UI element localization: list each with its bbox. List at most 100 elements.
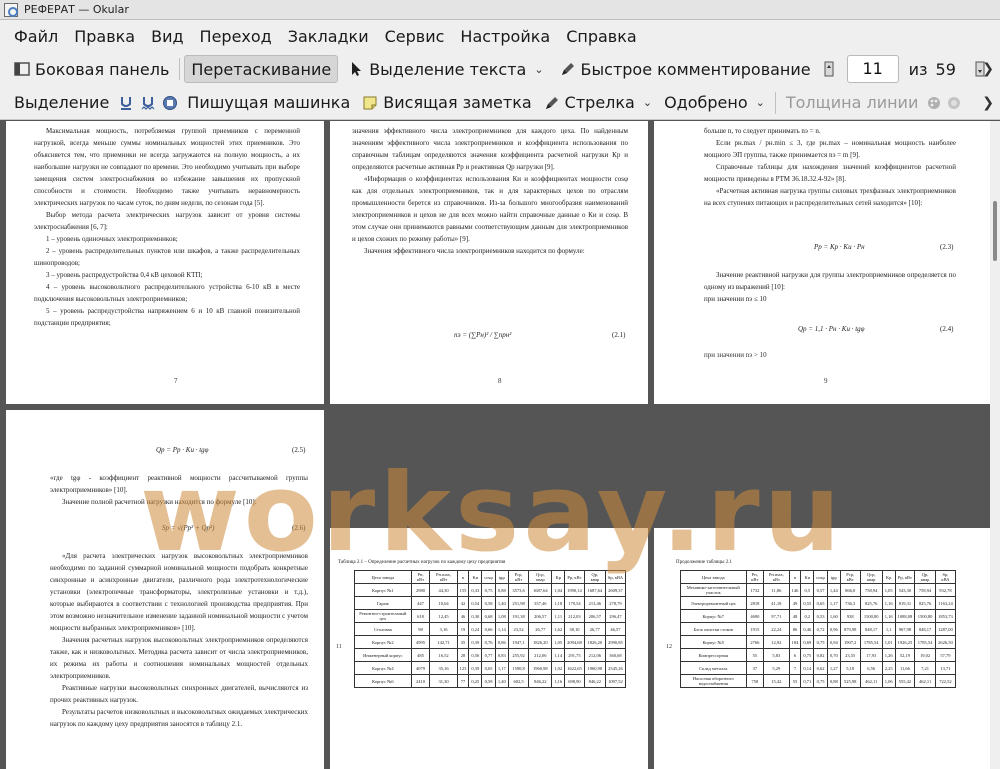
table-cell: Блок очистки стоков (680, 622, 747, 636)
scrollbar-thumb[interactable] (993, 201, 997, 261)
table-cell: 155 (456, 583, 470, 597)
fill-color-button[interactable] (944, 89, 964, 117)
sidebar-toggle-button[interactable]: Боковая панель (8, 55, 175, 83)
table-cell: Электроремонтный цех (680, 596, 747, 610)
table-row: Корпус №4 4079 35,16 123 0,39 0,65 1,17 1590,8 1… (354, 661, 627, 675)
menu-bookmarks[interactable]: Закладки (280, 23, 377, 50)
table-cell: 16,52 (429, 648, 458, 662)
line-width-button[interactable]: Толщина линии (780, 89, 925, 117)
menu-view[interactable]: Вид (143, 23, 191, 50)
paragraph: 2 – уровень распределительных пунктов ил… (34, 247, 300, 267)
table-cell: 1,02 (551, 661, 566, 675)
page-text: Значение реактивной нагрузки для группы … (704, 269, 956, 305)
table-cell: 1,16 (881, 596, 896, 610)
arrow-tool-button[interactable]: Стрелка ⌄ (538, 89, 658, 117)
page-number-input[interactable]: 11 (846, 55, 899, 83)
table-cell: 35 (456, 635, 470, 649)
table-cell: 57,79 (934, 648, 957, 662)
table-cell: 543,30 (894, 583, 916, 597)
document-page-11: 11 Таблица 2.1 – Определение расчетных н… (330, 528, 648, 769)
toolbar-overflow-icon[interactable]: ❯ (982, 95, 994, 111)
table-cell: 1,62 (551, 622, 566, 636)
table-cell: 0,57 (813, 583, 828, 597)
table-cell: 0,62 (813, 661, 828, 675)
loads-table-continued: Цеха завода Pн, кВт Pн.max, кВт n Kи cosφ tgφ P… (680, 570, 957, 688)
table-cell: 825,76 (914, 596, 936, 610)
table-cell: 213,46 (583, 596, 606, 610)
table-cell: 1,05 (551, 635, 566, 649)
table-cell: 848,17 (914, 622, 936, 636)
typewriter-button[interactable]: Пишущая машинка (181, 89, 356, 117)
table-cell: 1907,2 (839, 635, 861, 649)
table-cell: 19,02 (914, 648, 936, 662)
stamp-icon (162, 95, 178, 111)
table-header-cell: Kр (881, 570, 896, 584)
table-header-cell: Pн.max, кВт (429, 570, 458, 584)
quick-comment-button[interactable]: Быстрое комментирование (554, 55, 817, 83)
table-header-cell: n (788, 570, 802, 584)
vertical-scrollbar[interactable] (990, 121, 1000, 769)
table-cell: 15,42 (763, 674, 790, 688)
menu-settings[interactable]: Настройка (452, 23, 558, 50)
page-total-label: 59 (935, 59, 956, 79)
menu-edit[interactable]: Правка (66, 23, 143, 50)
squiggly-button[interactable] (137, 89, 159, 117)
table-cell: 485 (410, 648, 431, 662)
table-header-cell: Kи (800, 570, 815, 584)
table-cell: 1785,54 (914, 635, 936, 649)
table-header-cell: Kи (468, 570, 483, 584)
table-cell: 0,82 (813, 648, 828, 662)
table-row: Корпус №5 2766 12,92 184 0,69 0,75 0,94 1907,2 1… (680, 635, 957, 649)
table-header-row: Цеха завода Pн, кВт Pн.max, кВт n Kи cosφ tgφ P… (354, 570, 627, 584)
document-page-7: Максимальная мощность, потребляемая груп… (6, 121, 324, 404)
table-cell: 142,71 (429, 635, 458, 649)
color-button[interactable] (924, 89, 944, 117)
table-row: Насосная оборотного водоснабжения 758 15,4… (680, 674, 957, 688)
sticky-note-button[interactable]: Висящая заметка (356, 89, 537, 117)
table-cell: 1947,1 (507, 635, 530, 649)
text-select-label: Выделение текста (369, 59, 527, 79)
menu-help[interactable]: Справка (558, 23, 645, 50)
previous-page-button[interactable] (817, 55, 841, 83)
chevron-down-icon[interactable]: ⌄ (643, 96, 652, 109)
browse-mode-button[interactable]: Перетаскивание (184, 55, 339, 83)
chevron-down-icon[interactable]: ⌄ (756, 96, 765, 109)
chevron-down-icon[interactable]: ⌄ (534, 63, 543, 76)
page-number: 8 (498, 377, 502, 385)
toolbar-overflow-icon[interactable]: ❯ (982, 61, 994, 77)
underline-button[interactable] (115, 89, 137, 117)
table-cell: 1,60 (826, 609, 841, 623)
menu-go[interactable]: Переход (192, 23, 280, 50)
table-cell: 251,98 (507, 596, 530, 610)
table-cell: 44,30 (429, 583, 458, 597)
table-header-cell: cosφ (813, 570, 828, 584)
formula: Sр = √(Pр² + Qр²) (162, 524, 215, 532)
table-cell: 0,75 (800, 648, 815, 662)
table-cell: 0,77 (481, 648, 496, 662)
table-cell: 278,79 (604, 596, 627, 610)
paragraph: «Расчетная активная нагрузка группы сило… (704, 187, 956, 207)
table-cell: 2626,50 (934, 635, 957, 649)
table-header-cell: Kр (551, 570, 566, 584)
sticky-note-icon (362, 95, 378, 111)
table-cell: 0,94 (826, 635, 841, 649)
table-cell: 1,17 (494, 661, 509, 675)
table-cell: 1,14 (551, 648, 566, 662)
table-row: Корпус №2 4995 142,71 35 0,39 0,76 0,86 1947,1 1… (354, 635, 627, 649)
approved-stamp-button[interactable]: Одобрено ⌄ (658, 89, 771, 117)
stamp-button[interactable] (159, 89, 181, 117)
text-select-button[interactable]: Выделение текста ⌄ (342, 55, 549, 83)
table-cell: 86 (788, 622, 802, 636)
annotation-select-button[interactable]: Выделение (8, 89, 115, 117)
menu-tools[interactable]: Сервис (377, 23, 453, 50)
table-cell: 179,54 (564, 596, 585, 610)
document-viewport[interactable]: Максимальная мощность, потребляемая груп… (0, 121, 990, 769)
table-cell: 2609,37 (604, 583, 627, 597)
table-cell: 0,53 (813, 609, 828, 623)
table-cell: 0,70 (826, 648, 841, 662)
table-cell: 879,98 (839, 622, 861, 636)
page-text: «где tgφ - коэффициент реактивной мощнос… (50, 472, 308, 508)
table-cell: 212,06 (528, 648, 553, 662)
table-cell: 55 (788, 674, 802, 688)
menu-file[interactable]: Файл (6, 23, 66, 50)
